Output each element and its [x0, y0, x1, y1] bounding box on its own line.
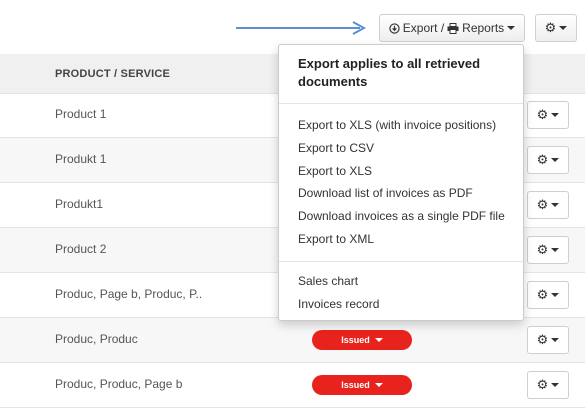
menu-item-export-csv[interactable]: Export to CSV — [298, 141, 374, 155]
table-row: Produc, Produc Issued ⚙ — [0, 318, 585, 363]
export-label: Export / — [402, 21, 445, 35]
gear-icon: ⚙ — [536, 377, 549, 392]
row-settings-button[interactable]: ⚙ — [527, 146, 569, 174]
row-product-name: Produkt 1 — [55, 152, 107, 166]
row-settings-button[interactable]: ⚙ — [527, 101, 569, 129]
row-product-name: Produc, Produc — [55, 332, 138, 346]
caret-down-icon — [551, 293, 560, 297]
column-header-product: PRODUCT / SERVICE — [55, 68, 171, 80]
status-badge[interactable]: Issued — [312, 375, 412, 395]
download-circle-icon — [389, 22, 400, 34]
caret-down-icon — [551, 383, 560, 387]
menu-item-sales-chart[interactable]: Sales chart — [298, 274, 358, 288]
row-product-name: Produkt1 — [55, 197, 104, 211]
row-product-name: Produc, Produc, Page b — [55, 377, 183, 391]
settings-button[interactable]: ⚙ — [535, 14, 577, 42]
caret-down-icon — [551, 203, 560, 207]
caret-down-icon — [374, 338, 383, 342]
pointer-arrow-icon — [236, 21, 367, 35]
row-settings-button[interactable]: ⚙ — [527, 191, 569, 219]
caret-down-icon — [551, 158, 560, 162]
row-settings-button[interactable]: ⚙ — [527, 326, 569, 354]
status-badge[interactable]: Issued — [312, 330, 412, 350]
status-label: Issued — [341, 380, 370, 390]
row-product-name: Product 2 — [55, 242, 107, 256]
printer-icon — [447, 22, 459, 34]
gear-icon: ⚙ — [544, 20, 557, 35]
export-reports-dropdown: Export applies to all retrieved document… — [278, 44, 524, 321]
gear-icon: ⚙ — [536, 287, 549, 302]
table-row: Produc, Produc, Page b Issued ⚙ — [0, 363, 585, 408]
menu-item-export-xls[interactable]: Export to XLS — [298, 164, 372, 178]
caret-down-icon — [551, 248, 560, 252]
row-settings-button[interactable]: ⚙ — [527, 371, 569, 399]
gear-icon: ⚙ — [536, 242, 549, 257]
row-product-name: Product 1 — [55, 107, 107, 121]
dropdown-divider — [279, 261, 523, 262]
reports-label: Reports — [462, 21, 505, 35]
caret-down-icon — [374, 383, 383, 387]
menu-item-download-list-pdf[interactable]: Download list of invoices as PDF — [298, 186, 473, 200]
gear-icon: ⚙ — [536, 152, 549, 167]
caret-down-icon — [551, 338, 560, 342]
row-product-name: Produc, Page b, Produc, P.. — [55, 287, 203, 301]
caret-down-icon — [551, 113, 560, 117]
status-label: Issued — [341, 335, 370, 345]
row-settings-button[interactable]: ⚙ — [527, 281, 569, 309]
gear-icon: ⚙ — [536, 332, 549, 347]
menu-item-invoices-record[interactable]: Invoices record — [298, 297, 379, 311]
menu-item-export-xls-positions[interactable]: Export to XLS (with invoice positions) — [298, 118, 496, 132]
export-reports-button[interactable]: Export / Reports — [379, 14, 525, 42]
caret-down-icon — [559, 26, 568, 30]
gear-icon: ⚙ — [536, 107, 549, 122]
gear-icon: ⚙ — [536, 197, 549, 212]
caret-down-icon — [507, 26, 516, 30]
row-settings-button[interactable]: ⚙ — [527, 236, 569, 264]
menu-item-export-xml[interactable]: Export to XML — [298, 232, 374, 246]
dropdown-divider — [279, 103, 523, 104]
menu-item-download-single-pdf[interactable]: Download invoices as a single PDF file — [298, 209, 505, 223]
dropdown-heading: Export applies to all retrieved document… — [298, 56, 481, 89]
